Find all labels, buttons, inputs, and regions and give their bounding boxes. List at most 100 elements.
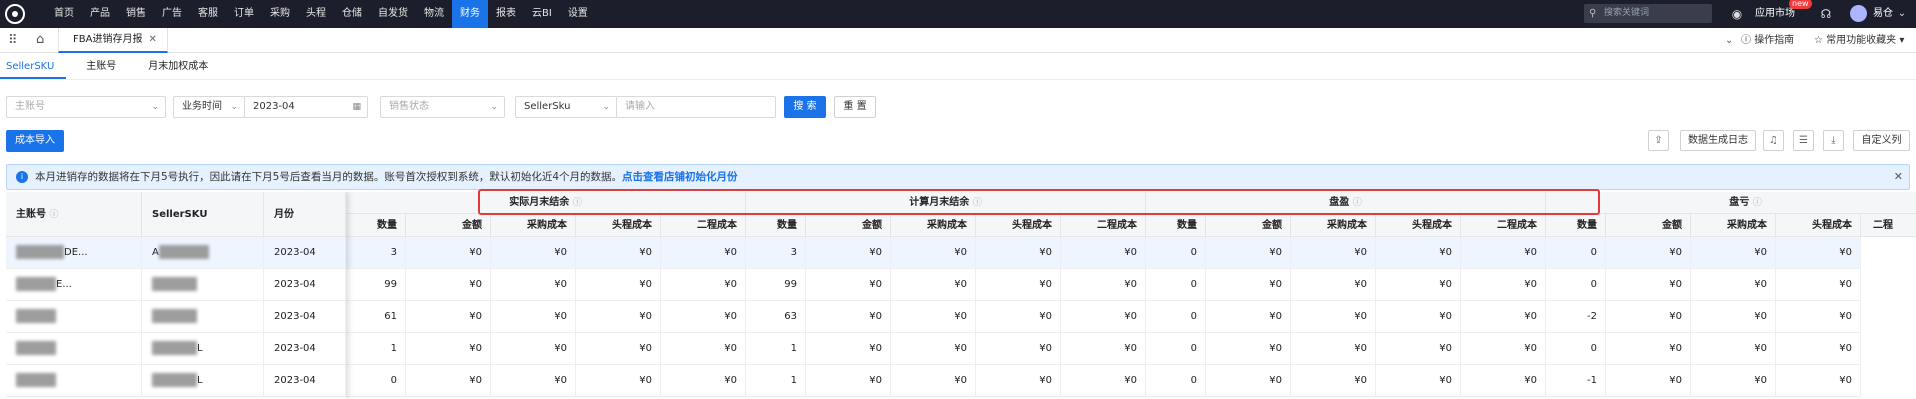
nav-item-1[interactable]: 产品: [82, 0, 118, 28]
tab-fba-monthly-report[interactable]: FBA进销存月报 ✕: [58, 28, 168, 53]
sub-header: 金额: [406, 214, 491, 237]
tab-month-end-weighted-cost[interactable]: 月末加权成本: [142, 56, 220, 79]
table-cell: 0: [1546, 237, 1606, 269]
chevron-down-icon: ⌄: [230, 102, 238, 112]
nav-item-0[interactable]: 首页: [46, 0, 82, 28]
app-logo-icon[interactable]: [5, 4, 25, 24]
tab-sellersku[interactable]: SellerSKU: [0, 56, 67, 79]
table-cell: ¥0: [1606, 301, 1691, 333]
sku-type-select[interactable]: SellerSku ⌄: [515, 96, 617, 118]
table-cell: 63: [746, 301, 806, 333]
reset-button[interactable]: 重 置: [834, 96, 876, 118]
sales-status-select[interactable]: 销售状态 ⌄: [380, 96, 505, 118]
time-type-select[interactable]: 业务时间 ⌄: [173, 96, 245, 118]
table-cell: ¥0: [1061, 333, 1146, 365]
nav-item-2[interactable]: 销售: [118, 0, 154, 28]
chevron-down-icon: ⌄: [151, 102, 159, 112]
nav-item-9[interactable]: 自发货: [370, 0, 416, 28]
cell-month: 2023-04: [264, 269, 346, 301]
chevron-down-icon[interactable]: ⌄: [1893, 5, 1911, 23]
tab-main-account[interactable]: 主账号: [80, 56, 128, 79]
table-cell: ¥0: [576, 365, 661, 397]
table-cell: ¥0: [1461, 365, 1546, 397]
table-cell: ¥0: [806, 365, 891, 397]
sub-header: 二程成本: [1061, 214, 1146, 237]
table-cell: ¥0: [976, 333, 1061, 365]
data-log-button[interactable]: 数据生成日志: [1680, 130, 1756, 151]
cell-main-account: E...: [6, 269, 142, 301]
cost-import-button[interactable]: 成本导入: [6, 130, 64, 152]
table-cell: 0: [1146, 333, 1206, 365]
sub-header: 头程成本: [576, 214, 661, 237]
custom-columns-button[interactable]: 自定义列: [1853, 130, 1910, 151]
table-cell: -1: [1546, 365, 1606, 397]
cell-sellersku: [142, 269, 264, 301]
sub-header: 头程成本: [1376, 214, 1461, 237]
download-icon[interactable]: ⤓: [1823, 130, 1844, 151]
user-name[interactable]: 易仓: [1873, 0, 1893, 28]
nav-item-14[interactable]: 设置: [560, 0, 596, 28]
table-cell: ¥0: [1061, 269, 1146, 301]
top-navbar: 首页 产品 销售 广告 客服 订单 采购 头程 仓储 自发货 物流 财务 报表 云BI 设置 ⚲ 搜索关键词 …: [0, 0, 1916, 28]
search-icon: ⚲: [1589, 8, 1597, 19]
shop-init-month-link[interactable]: 点击查看店铺初始化月份: [622, 171, 738, 183]
table-cell: ¥0: [1691, 269, 1776, 301]
nav-item-13[interactable]: 云BI: [524, 0, 560, 28]
global-search-input[interactable]: ⚲ 搜索关键词: [1584, 4, 1712, 23]
chevron-down-icon[interactable]: ⌄: [1725, 28, 1733, 53]
table-cell: ¥0: [1291, 269, 1376, 301]
table-cell: 0: [1146, 301, 1206, 333]
sub-header: 金额: [806, 214, 891, 237]
nav-item-5[interactable]: 订单: [226, 0, 262, 28]
table-cell: ¥0: [1691, 237, 1776, 269]
table-cell: 61: [346, 301, 406, 333]
nav-item-11[interactable]: 财务: [452, 0, 488, 28]
redacted-text: [158, 245, 209, 259]
close-icon[interactable]: ✕: [1894, 165, 1903, 189]
home-icon[interactable]: ⌂: [36, 32, 44, 47]
bell-icon[interactable]: ♫: [1763, 130, 1784, 151]
table-cell: ¥0: [661, 269, 746, 301]
table-cell: ¥0: [576, 269, 661, 301]
table-cell: ¥0: [976, 301, 1061, 333]
nav-item-7[interactable]: 头程: [298, 0, 334, 28]
question-icon: ⓘ: [1752, 198, 1762, 208]
redacted-text: [16, 341, 56, 355]
nav-item-12[interactable]: 报表: [488, 0, 524, 28]
favorites-menu[interactable]: ☆ 常用功能收藏夹 ▾: [1814, 28, 1904, 53]
month-picker[interactable]: 2023-04 ▦: [244, 96, 368, 118]
nav-item-10[interactable]: 物流: [416, 0, 452, 28]
nav-item-6[interactable]: 采购: [262, 0, 298, 28]
sub-header: 采购成本: [1291, 214, 1376, 237]
cell-main-account: [6, 301, 142, 333]
table-cell: 0: [1146, 269, 1206, 301]
table-cell: 1: [746, 333, 806, 365]
account-select[interactable]: 主账号 ⌄: [6, 96, 166, 118]
nav-item-4[interactable]: 客服: [190, 0, 226, 28]
table-cell: 0: [1146, 365, 1206, 397]
grid-menu-icon[interactable]: ⠿: [8, 34, 18, 47]
table-cell: ¥0: [406, 333, 491, 365]
layout-icon[interactable]: ☰: [1793, 130, 1814, 151]
cell-sellersku: A: [142, 237, 264, 269]
nav-item-3[interactable]: 广告: [154, 0, 190, 28]
sub-header: 数量: [346, 214, 406, 237]
table-cell: 0: [1546, 269, 1606, 301]
keyword-input[interactable]: 请输入: [616, 96, 776, 118]
header-main-account: 主账号 ⓘ: [6, 192, 142, 237]
table-cell: ¥0: [661, 333, 746, 365]
search-button[interactable]: 搜 索: [784, 96, 826, 118]
cell-main-account: DE...: [6, 237, 142, 269]
nav-item-8[interactable]: 仓储: [334, 0, 370, 28]
table-cell: ¥0: [976, 269, 1061, 301]
headset-icon[interactable]: ☊: [1817, 5, 1835, 23]
table-cell: ¥0: [1291, 333, 1376, 365]
avatar[interactable]: [1850, 5, 1867, 22]
close-icon[interactable]: ✕: [148, 34, 156, 45]
sub-header: 头程成本: [976, 214, 1061, 237]
location-icon[interactable]: ◉: [1728, 5, 1746, 23]
table-cell: ¥0: [1776, 269, 1861, 301]
help-guide-link[interactable]: ⓘ 操作指南: [1741, 28, 1794, 53]
table-cell: ¥0: [576, 333, 661, 365]
upload-icon[interactable]: ⇪: [1648, 130, 1669, 151]
